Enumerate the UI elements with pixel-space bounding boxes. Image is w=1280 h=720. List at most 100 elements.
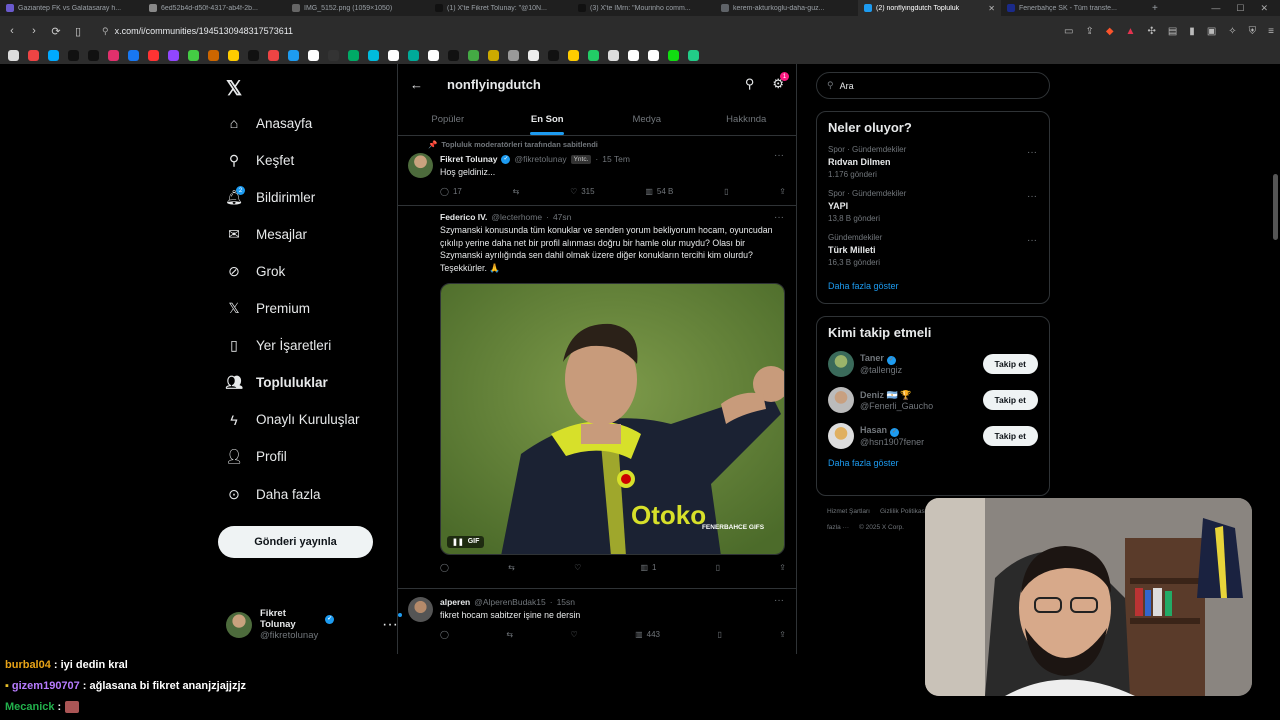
bookmark-favicon-icon[interactable]: [428, 49, 439, 61]
browser-tab[interactable]: (3) X'te İMrn: "Mourinho comm...: [572, 0, 715, 16]
browser-tab[interactable]: (2) nonflyingdutch Topluluk ✕: [858, 0, 1001, 16]
bookmark-favicon-icon[interactable]: [668, 49, 679, 61]
show-more-link[interactable]: Daha fazla göster: [817, 454, 1049, 480]
search-icon[interactable]: ⚲: [745, 76, 755, 92]
follow-button[interactable]: Takip et: [982, 390, 1038, 410]
bookmark-favicon-icon[interactable]: [188, 49, 199, 61]
bookmark-favicon-icon[interactable]: [568, 49, 579, 61]
close-tab-icon[interactable]: ✕: [988, 4, 995, 13]
tab-popüler[interactable]: Popüler: [398, 104, 498, 135]
avatar[interactable]: [408, 597, 433, 622]
nav-item[interactable]: ⚲ Keşfet: [226, 148, 294, 172]
forward-icon[interactable]: ›: [28, 25, 40, 37]
bookmark-favicon-icon[interactable]: [548, 49, 559, 61]
views-button[interactable]: ▥ 1: [640, 563, 656, 572]
bookmark-favicon-icon[interactable]: [48, 49, 59, 61]
like-button[interactable]: ♡: [571, 630, 578, 639]
bookmark-favicon-icon[interactable]: [628, 49, 639, 61]
browser-tab[interactable]: Fenerbahçe SK - Tüm transfe...: [1001, 0, 1144, 16]
bookmark-favicon-icon[interactable]: [468, 49, 479, 61]
bookmark-favicon-icon[interactable]: [508, 49, 519, 61]
bookmark-favicon-icon[interactable]: [288, 49, 299, 61]
nav-item[interactable]: 𝕏 Premium: [226, 297, 310, 321]
bookmark-favicon-icon[interactable]: [308, 49, 319, 61]
more-icon[interactable]: ···: [1027, 191, 1037, 202]
bookmark-favicon-icon[interactable]: [108, 49, 119, 61]
bookmark-favicon-icon[interactable]: [608, 49, 619, 61]
menu-icon[interactable]: ≡: [1268, 26, 1274, 37]
nav-item[interactable]: ▯ Yer İşaretleri: [226, 334, 331, 358]
like-button[interactable]: ♡ 315: [570, 187, 595, 196]
tab-en-son[interactable]: En Son: [498, 104, 598, 135]
bookmark-favicon-icon[interactable]: [388, 49, 399, 61]
tweet[interactable]: alperen @AlperenBudak15 · 15sn ··· fikret h…: [398, 589, 796, 651]
share-button[interactable]: ⇪: [779, 563, 786, 572]
bookmark-page-icon[interactable]: ▯: [72, 25, 84, 38]
tweet-author[interactable]: Fikret Tolunay: [440, 154, 497, 164]
share-button[interactable]: ⇪: [779, 630, 786, 639]
browser-tab[interactable]: kerem-akturkoglu-daha-guz...: [715, 0, 858, 16]
tab-medya[interactable]: Medya: [597, 104, 697, 135]
bookmark-favicon-icon[interactable]: [408, 49, 419, 61]
reply-button[interactable]: ◯: [440, 563, 449, 572]
bookmark-favicon-icon[interactable]: [28, 49, 39, 61]
reply-button[interactable]: ◯ 17: [440, 187, 462, 196]
nav-item[interactable]: 🔔︎ 2 Bildirimler: [225, 185, 315, 209]
bookmark-favicon-icon[interactable]: [328, 49, 339, 61]
tab-hakkında[interactable]: Hakkında: [697, 104, 797, 135]
chat-username[interactable]: Mecanick: [5, 701, 55, 713]
share-button[interactable]: ⇪: [779, 187, 786, 196]
browser-tab[interactable]: (1) X'te Fikret Tolunay: "@10N...: [429, 0, 572, 16]
nav-item[interactable]: 👥︎ Topluluklar: [225, 371, 328, 395]
tweet-handle[interactable]: @AlperenBudak15: [474, 597, 545, 607]
more-icon[interactable]: ···: [1027, 235, 1037, 246]
bookmark-favicon-icon[interactable]: [228, 49, 239, 61]
follow-button[interactable]: Takip et: [982, 426, 1038, 446]
follow-suggestion[interactable]: Hasan ✓ @hsn1907fener Takip et: [817, 418, 1049, 454]
tweet-time[interactable]: 47sn: [553, 212, 571, 222]
more-icon[interactable]: ···: [774, 150, 784, 161]
back-icon[interactable]: ‹: [6, 25, 18, 37]
account-switcher[interactable]: Fikret Tolunay ✓ @fikretolunay ···: [226, 608, 402, 641]
bookmark-favicon-icon[interactable]: [248, 49, 259, 61]
avatar[interactable]: [828, 423, 854, 449]
close-window-icon[interactable]: ✕: [1260, 3, 1268, 14]
views-button[interactable]: ▥ 54 B: [645, 187, 673, 196]
back-arrow-icon[interactable]: ←: [410, 77, 423, 92]
avatar[interactable]: [408, 153, 433, 178]
brave-rewards-icon[interactable]: ▲: [1126, 26, 1136, 37]
tweet-time[interactable]: 15 Tem: [602, 154, 630, 164]
nav-item[interactable]: ⌂ Anasayfa: [226, 111, 313, 135]
more-options-icon[interactable]: ···: [382, 612, 402, 634]
follow-suggestion[interactable]: Taner ✓ @tallengiz Takip et: [817, 346, 1049, 382]
trend-item[interactable]: Spor · Gündemdekiler YAPI 13,8 B gönderi ··…: [817, 185, 1049, 229]
bookmark-favicon-icon[interactable]: [128, 49, 139, 61]
reading-list-icon[interactable]: ▤: [1168, 26, 1177, 37]
show-more-link[interactable]: Daha fazla göster: [817, 273, 1049, 303]
footer-link[interactable]: Gizlilik Politikası: [880, 508, 927, 515]
browser-tab[interactable]: IMG_5152.png (1059×1050): [286, 0, 429, 16]
brave-shield-icon[interactable]: ◆: [1106, 26, 1114, 37]
bookmark-favicon-icon[interactable]: [68, 49, 79, 61]
bookmark-favicon-icon[interactable]: [488, 49, 499, 61]
url-field[interactable]: ⚲ x.com/i/communities/194513094831757361…: [94, 20, 1054, 42]
bookmark-favicon-icon[interactable]: [148, 49, 159, 61]
new-tab-icon[interactable]: +: [1144, 3, 1166, 14]
bookmark-favicon-icon[interactable]: [528, 49, 539, 61]
bookmark-button[interactable]: ▯: [724, 187, 728, 196]
follow-button[interactable]: Takip et: [982, 354, 1038, 374]
nav-item[interactable]: ✉ Mesajlar: [226, 222, 307, 246]
like-button[interactable]: ♡: [574, 563, 581, 572]
nav-item[interactable]: 👤︎ Profil: [225, 445, 287, 469]
extensions-icon[interactable]: ✣: [1147, 26, 1155, 37]
trend-item[interactable]: Gündemdekiler Türk Milleti 16,3 B gönderi ·…: [817, 229, 1049, 273]
bookmark-button[interactable]: ▯: [717, 630, 721, 639]
browser-tab[interactable]: Gaziantep FK vs Galatasaray h...: [0, 0, 143, 16]
pause-icon[interactable]: ❚❚: [452, 538, 464, 546]
maximize-icon[interactable]: ☐: [1236, 3, 1244, 14]
search-input[interactable]: ⚲ Ara: [816, 72, 1050, 99]
repost-button[interactable]: ⇆: [513, 187, 520, 196]
nav-item[interactable]: ϟ Onaylı Kuruluşlar: [226, 408, 359, 432]
repost-button[interactable]: ⇆: [508, 563, 515, 572]
views-button[interactable]: ▥ 443: [635, 630, 660, 639]
